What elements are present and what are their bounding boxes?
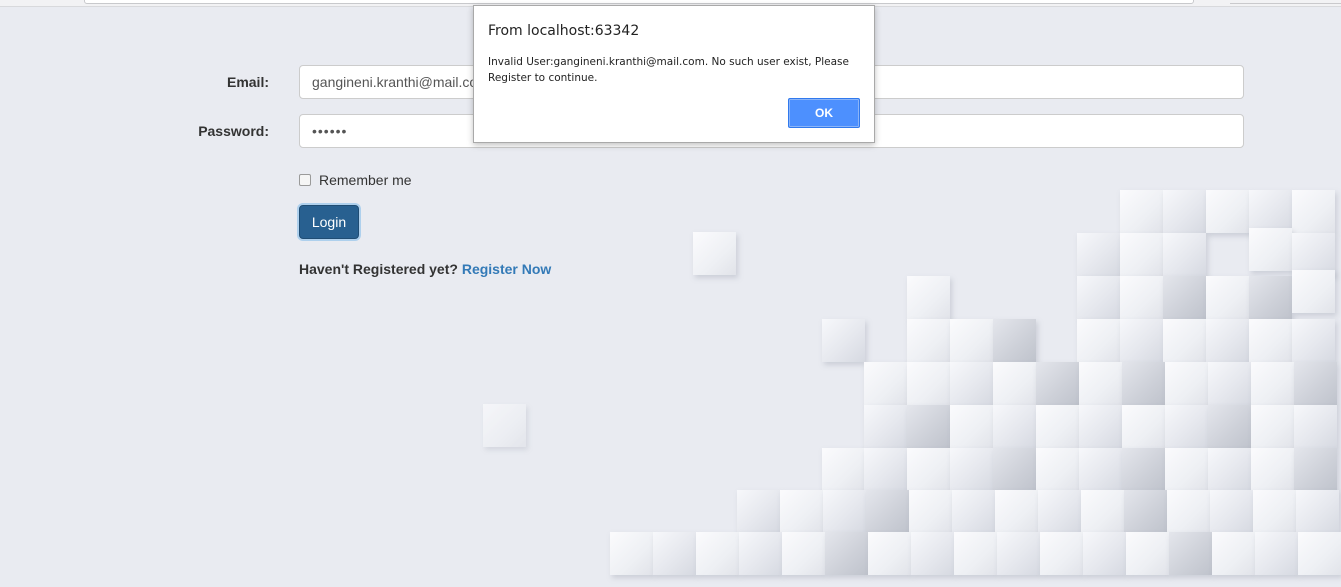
dialog-title: From localhost:63342: [488, 23, 640, 39]
ok-button[interactable]: OK: [788, 98, 860, 128]
toolbar-divider: [1230, 3, 1341, 4]
remember-me-checkbox[interactable]: [299, 174, 311, 186]
password-label: Password:: [198, 123, 269, 139]
alert-dialog: From localhost:63342 Invalid User:gangin…: [473, 5, 875, 143]
dialog-message: Invalid User:gangineni.kranthi@mail.com.…: [488, 56, 849, 84]
register-now-link[interactable]: Register Now: [462, 261, 551, 277]
email-label: Email:: [226, 74, 269, 90]
remember-me-label[interactable]: Remember me: [319, 172, 412, 188]
address-bar[interactable]: [84, 0, 1194, 4]
register-prompt-line: Haven't Registered yet? Register Now: [299, 261, 551, 277]
login-button[interactable]: Login: [299, 205, 359, 239]
register-prompt-text: Haven't Registered yet?: [299, 261, 458, 277]
